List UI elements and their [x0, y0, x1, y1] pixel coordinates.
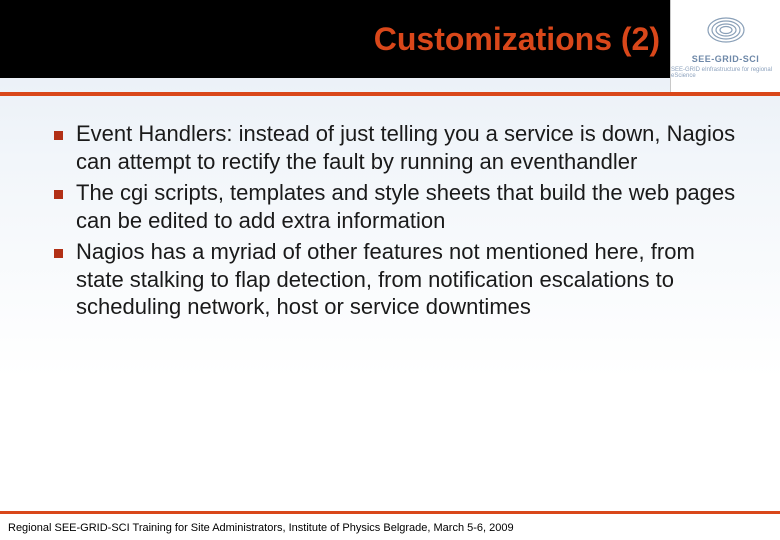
slide: Customizations (2) SEE-GRID-SCI SEE-GRID… — [0, 0, 780, 540]
header-divider — [0, 92, 780, 96]
list-item: Nagios has a myriad of other features no… — [48, 238, 748, 321]
logo-box: SEE-GRID-SCI SEE-GRID eInfrastructure fo… — [670, 0, 780, 92]
logo-subtitle: SEE-GRID eInfrastructure for regional eS… — [671, 67, 780, 79]
bullet-list: Event Handlers: instead of just telling … — [48, 120, 748, 321]
list-item: Event Handlers: instead of just telling … — [48, 120, 748, 175]
body-area: Event Handlers: instead of just telling … — [48, 120, 748, 325]
header-bar: Customizations (2) — [0, 0, 780, 78]
logo-text: SEE-GRID-SCI — [692, 54, 760, 64]
footer-divider — [0, 511, 780, 514]
fingerprint-icon — [704, 14, 748, 51]
slide-title: Customizations (2) — [374, 21, 660, 58]
list-item: The cgi scripts, templates and style she… — [48, 179, 748, 234]
footer-text: Regional SEE-GRID-SCI Training for Site … — [8, 522, 514, 534]
